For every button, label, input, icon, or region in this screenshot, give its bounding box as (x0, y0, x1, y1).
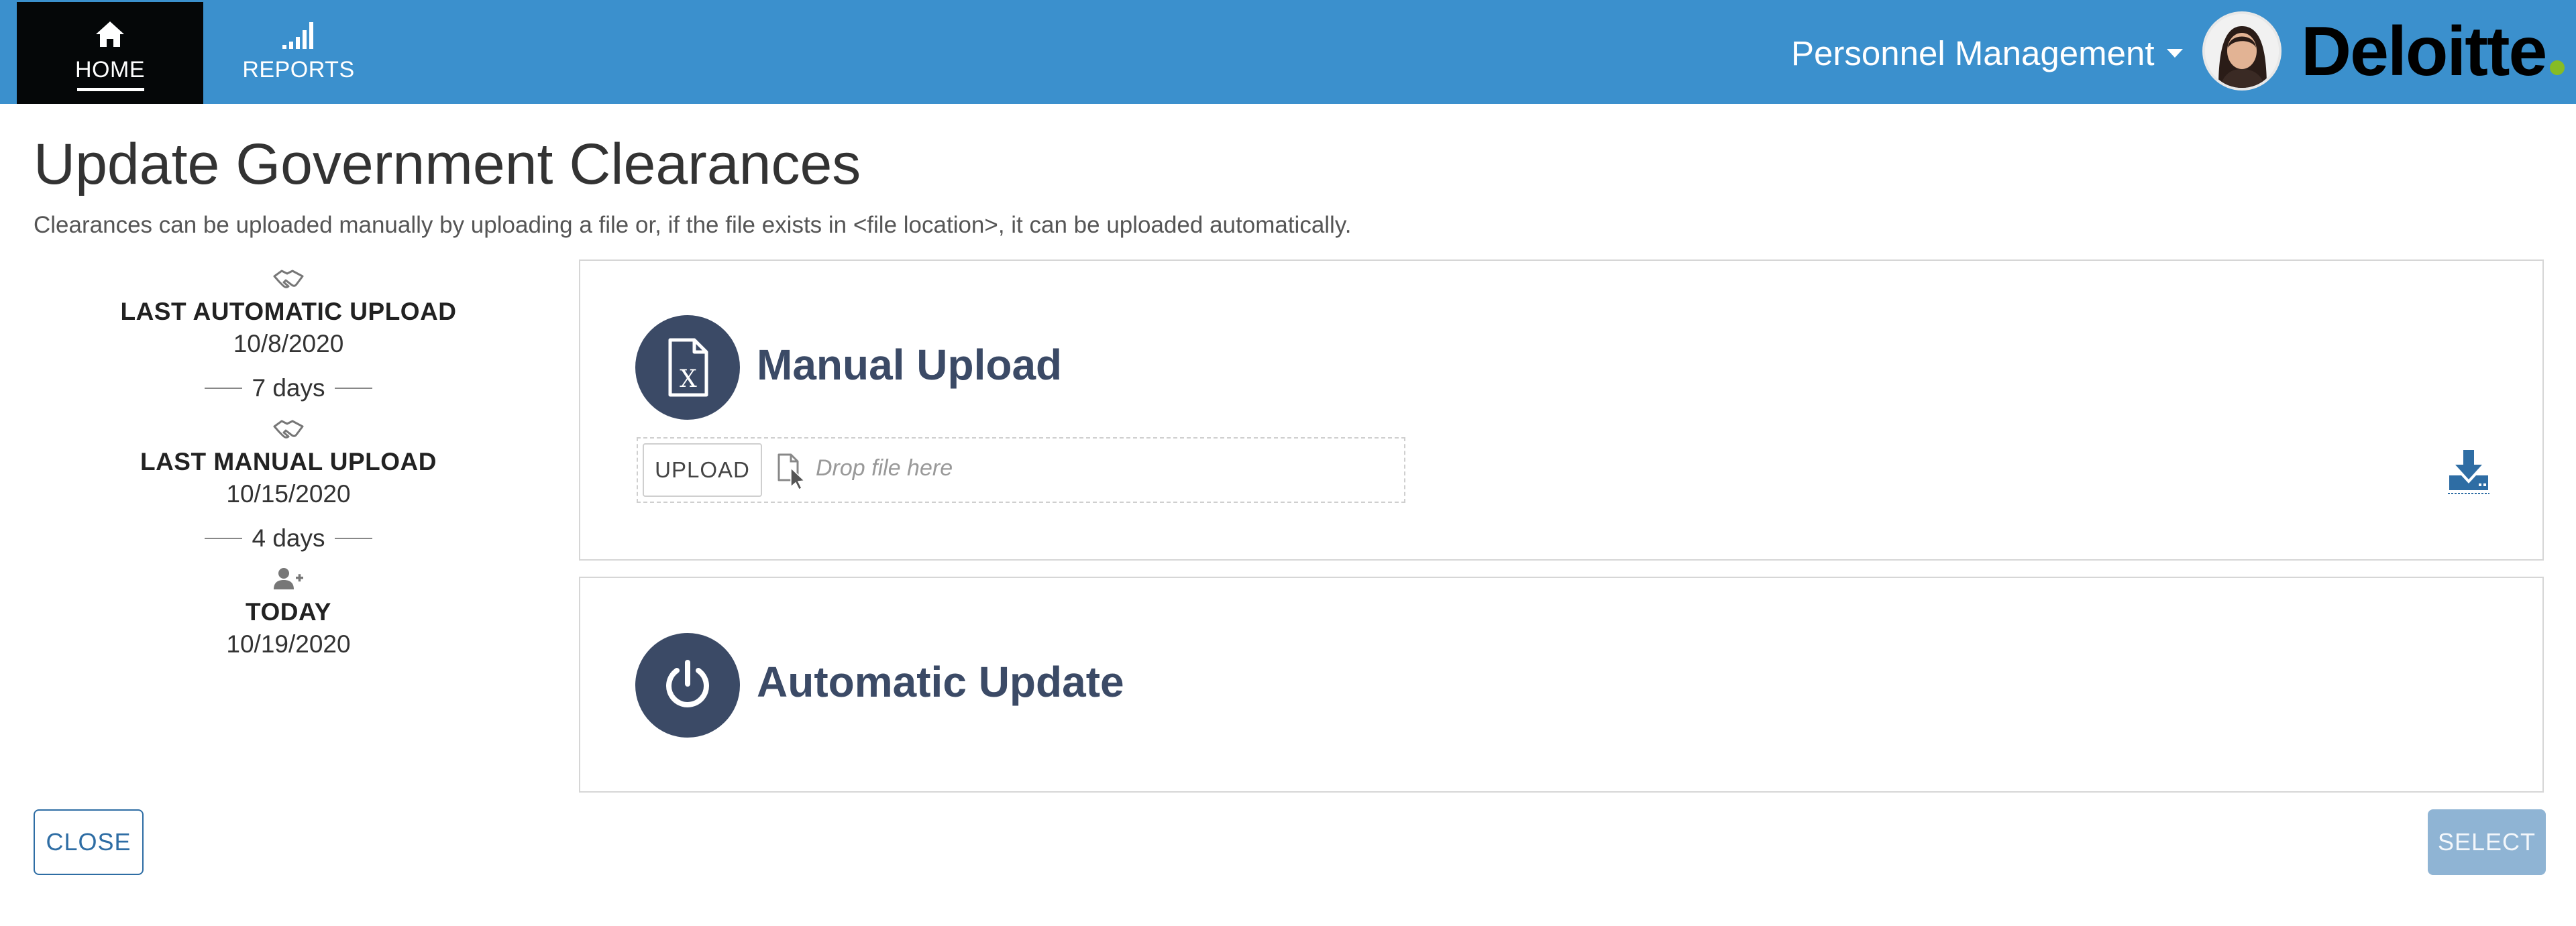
module-selector-label: Personnel Management (1791, 34, 2155, 72)
timeline-date: 10/15/2020 (226, 480, 351, 508)
user-avatar[interactable] (2202, 11, 2282, 91)
file-drop-zone[interactable]: UPLOAD Drop file here (637, 437, 1405, 503)
download-icon[interactable] (2447, 449, 2491, 499)
user-plus-icon (40, 565, 537, 592)
active-tab-underline (77, 88, 144, 91)
gap-line (334, 388, 372, 389)
automatic-update-title: Automatic Update (757, 658, 1124, 706)
manual-upload-title: Manual Upload (757, 341, 1063, 389)
svg-text:X: X (680, 365, 697, 393)
file-cursor-icon (776, 453, 807, 494)
handshake-icon (40, 415, 537, 442)
timeline-gap: 7 days (40, 372, 537, 404)
gap-line (334, 538, 372, 539)
signal-bars-icon (208, 19, 389, 53)
page-title: Update Government Clearances (34, 132, 861, 196)
timeline-label: LAST AUTOMATIC UPLOAD (120, 298, 457, 325)
power-icon (635, 633, 740, 738)
upload-timeline: LAST AUTOMATIC UPLOAD 10/8/2020 7 days L… (40, 265, 537, 660)
top-navigation-bar: HOME REPORTS Personnel Management Deloit… (0, 0, 2576, 104)
handshake-icon (40, 265, 537, 292)
nav-tab-reports-label: REPORTS (242, 57, 355, 82)
logo-text: Deloitte (2301, 12, 2547, 91)
module-selector-dropdown[interactable]: Personnel Management (1791, 30, 2183, 76)
logo-dot (2550, 60, 2565, 75)
select-button[interactable]: SELECT (2428, 809, 2546, 875)
manual-upload-panel[interactable]: X Manual Upload UPLOAD Drop file here (579, 259, 2544, 561)
automatic-update-panel[interactable]: Automatic Update (579, 577, 2544, 793)
gap-line (205, 388, 243, 389)
drop-placeholder: Drop file here (816, 455, 953, 481)
close-button[interactable]: CLOSE (34, 809, 144, 875)
timeline-label: LAST MANUAL UPLOAD (140, 448, 437, 475)
timeline-date: 10/8/2020 (233, 330, 344, 357)
gap-line (205, 538, 243, 539)
gap-label: 7 days (252, 374, 325, 402)
deloitte-logo: Deloitte (2301, 12, 2565, 91)
nav-tab-home[interactable]: HOME (17, 2, 203, 104)
gap-label: 4 days (252, 524, 325, 552)
nav-tab-home-label: HOME (75, 57, 145, 82)
timeline-date: 10/19/2020 (226, 630, 351, 658)
nav-tab-reports[interactable]: REPORTS (208, 2, 389, 104)
timeline-gap: 4 days (40, 522, 537, 555)
excel-file-icon: X (635, 315, 740, 420)
page-subtitle: Clearances can be uploaded manually by u… (34, 212, 1352, 238)
caret-down-icon (2166, 48, 2183, 58)
upload-button[interactable]: UPLOAD (643, 443, 762, 497)
timeline-label: TODAY (246, 598, 331, 626)
home-icon (17, 19, 203, 53)
